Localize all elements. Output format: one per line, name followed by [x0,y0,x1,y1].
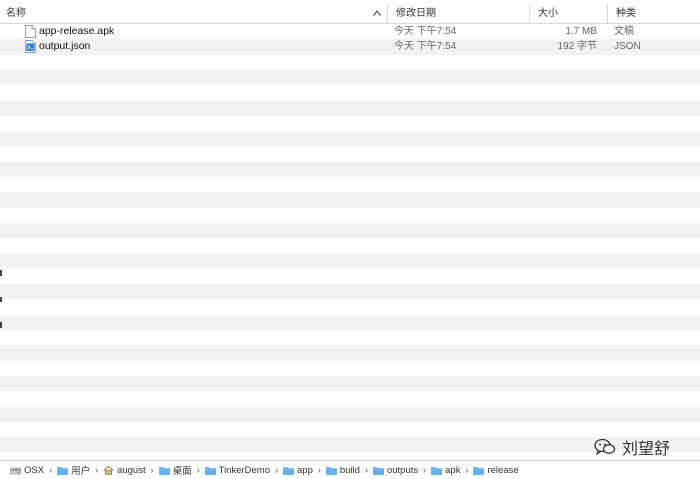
wechat-icon [594,438,616,456]
path-crumb-label: TinkerDemo [218,464,271,476]
column-header-date[interactable]: 修改日期 [387,4,529,23]
empty-row [0,69,700,86]
path-crumb[interactable]: OSX [10,465,44,476]
folder-icon [204,466,216,475]
path-crumb-label: OSX [24,464,45,476]
empty-row [0,269,700,284]
empty-row [0,222,700,239]
document-icon [25,25,36,38]
path-crumb-label: outputs [386,464,419,476]
column-header-kind[interactable]: 种类 [607,4,700,23]
path-crumb-label: build [339,464,360,476]
empty-row [0,238,700,253]
empty-row [0,422,700,437]
empty-row [0,116,700,131]
file-size: 192 字节 [557,41,597,53]
empty-row [0,146,700,161]
folder-icon [431,466,442,475]
path-crumb[interactable]: 桌面 [158,463,192,477]
column-header-date-label: 修改日期 [396,8,436,19]
empty-row [0,375,700,392]
empty-row [0,361,700,376]
empty-row [0,85,700,100]
file-name: app-release.apk [39,25,115,37]
empty-row [0,330,700,345]
empty-row [0,100,700,116]
window-edge-marks [0,0,3,479]
empty-row [0,208,700,223]
file-list: app-release.apk 今天 下午7:54 1.7 MB 文稿 outp… [0,24,700,458]
path-crumb[interactable]: apk [431,465,460,476]
file-date: 今天 下午7:54 [394,26,457,37]
column-header-size-label: 大小 [538,8,558,19]
chevron-right-icon: › [364,465,368,475]
empty-row [0,161,700,177]
vscode-json-icon [25,40,36,54]
path-crumb-label: august [117,464,146,476]
chevron-right-icon: › [196,465,200,475]
empty-row [0,299,700,314]
chevron-right-icon: › [49,465,53,475]
path-crumb[interactable]: 用户 [57,463,90,477]
path-crumb[interactable]: build [326,465,360,476]
file-name: output.json [39,40,91,53]
file-row[interactable]: output.json 今天 下午7:54 192 字节 JSON [0,39,700,55]
folder-icon [57,466,68,475]
empty-row [0,55,700,70]
empty-row [0,314,700,330]
folder-icon [283,466,294,475]
path-crumb[interactable]: outputs [373,465,418,476]
file-row[interactable]: app-release.apk 今天 下午7:54 1.7 MB 文稿 [0,24,700,39]
column-header-name[interactable]: 名称 [0,4,387,23]
chevron-right-icon: › [317,465,321,475]
path-crumb-label: release [487,464,519,476]
chevron-right-icon: › [423,465,427,475]
path-crumb-label: app [297,464,313,476]
column-header-bar: 名称 修改日期 大小 种类 [0,4,700,24]
path-crumb[interactable]: august [103,465,146,476]
folder-icon [326,466,337,475]
chevron-right-icon: › [465,465,469,475]
file-kind: 文稿 [614,26,634,37]
watermark: 刘望舒 [594,437,671,458]
file-kind: JSON [614,41,641,53]
folder-icon [473,466,485,475]
chevron-right-icon: › [275,465,279,475]
empty-row [0,284,700,300]
hard-disk-icon [10,466,21,475]
chevron-right-icon: › [95,465,99,475]
path-crumb[interactable]: TinkerDemo [204,464,271,476]
empty-row [0,177,700,192]
column-header-size[interactable]: 大小 [529,4,607,23]
empty-row [0,192,700,208]
empty-row [0,253,700,269]
path-crumb-label: 桌面 [172,466,192,477]
column-header-kind-label: 种类 [616,8,636,19]
finder-window: 名称 修改日期 大小 种类 app-release.apk 今天 下午7:54 … [0,0,700,479]
watermark-text: 刘望舒 [622,439,671,458]
file-date: 今天 下午7:54 [394,41,457,53]
path-crumb-label: 用户 [71,466,91,477]
folder-icon [373,466,384,475]
file-size: 1.7 MB [565,26,597,37]
folder-icon [158,466,170,475]
empty-row [0,345,700,361]
home-icon [103,465,114,475]
empty-row [0,391,700,406]
column-header-name-label: 名称 [6,8,26,19]
path-bar: OSX › 用户 › august › 桌面 › TinkerDemo › app › build › ou… [0,460,700,479]
path-crumb[interactable]: release [473,464,519,476]
empty-row [0,406,700,422]
chevron-right-icon: › [150,465,154,475]
sort-ascending-icon [373,10,381,16]
path-crumb[interactable]: app [283,465,313,476]
path-crumb-label: apk [445,464,461,476]
empty-row [0,131,700,147]
